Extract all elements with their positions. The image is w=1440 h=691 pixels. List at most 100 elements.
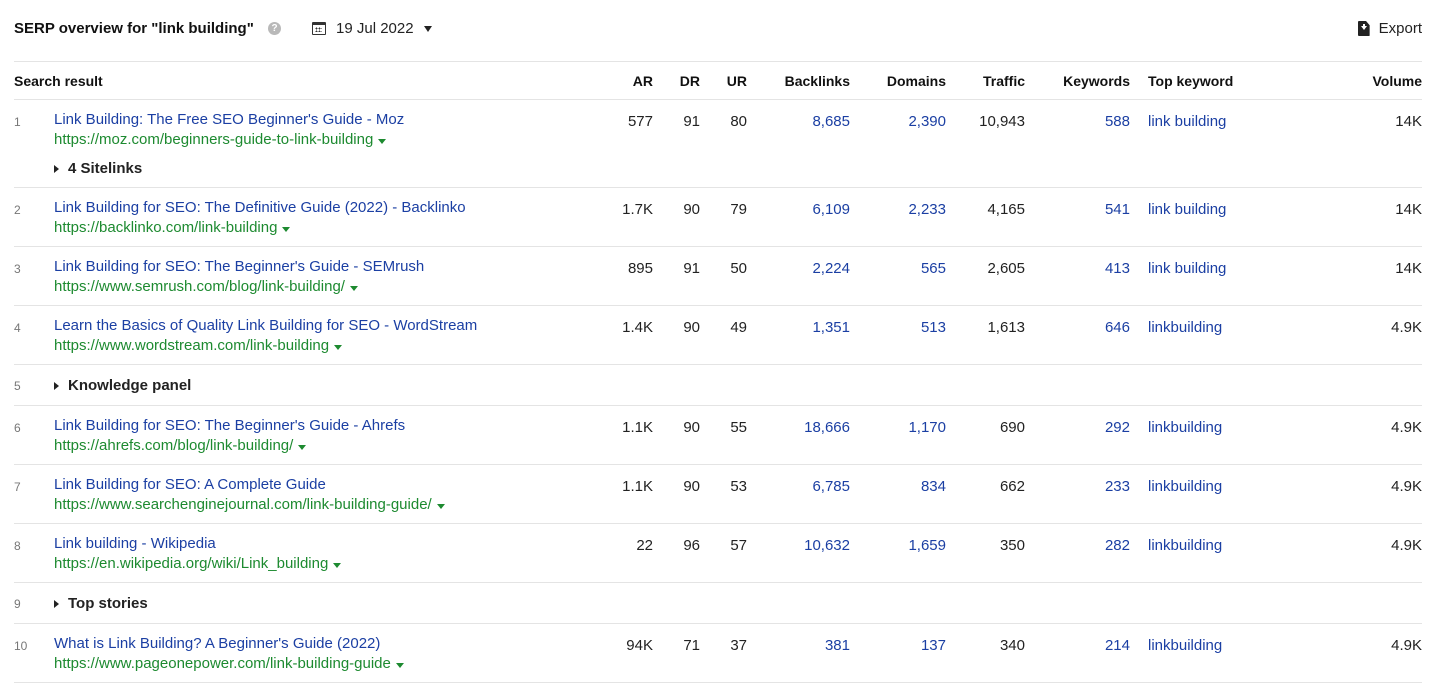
date-label: 19 Jul 2022 (336, 20, 414, 37)
ar-value: 1.1K (622, 478, 653, 495)
chevron-down-icon[interactable] (395, 662, 404, 668)
chevron-down-icon[interactable] (282, 226, 291, 232)
domains-link[interactable]: 834 (921, 478, 946, 495)
serp-feature-toggle[interactable]: Knowledge panel (54, 377, 191, 394)
col-top-keyword[interactable]: Top keyword (1148, 73, 1233, 89)
top-keyword-link[interactable]: linkbuilding (1148, 478, 1222, 495)
domains-link[interactable]: 137 (921, 637, 946, 654)
domains-link[interactable]: 2,390 (908, 113, 946, 130)
chevron-down-icon[interactable] (333, 562, 342, 568)
backlinks-link[interactable]: 1,351 (812, 319, 850, 336)
keywords-link[interactable]: 214 (1105, 637, 1130, 654)
keywords-link[interactable]: 282 (1105, 537, 1130, 554)
volume-value: 14K (1395, 201, 1422, 218)
keywords-link[interactable]: 233 (1105, 478, 1130, 495)
domains-link[interactable]: 513 (921, 319, 946, 336)
result-url[interactable]: https://www.pageonepower.com/link-buildi… (54, 655, 404, 672)
result-url[interactable]: https://en.wikipedia.org/wiki/Link_build… (54, 555, 342, 572)
backlinks-link[interactable]: 381 (825, 637, 850, 654)
traffic-value: 2,605 (987, 260, 1025, 277)
result-title-link[interactable]: Learn the Basics of Quality Link Buildin… (54, 317, 477, 334)
chevron-down-icon[interactable] (334, 344, 343, 350)
domains-link[interactable]: 1,659 (908, 537, 946, 554)
result-title-link[interactable]: Link Building for SEO: The Definitive Gu… (54, 199, 466, 216)
dr-value: 71 (683, 637, 700, 654)
top-keyword-link[interactable]: link building (1148, 201, 1226, 218)
keywords-link[interactable]: 413 (1105, 260, 1130, 277)
backlinks-link[interactable]: 8,685 (812, 113, 850, 130)
traffic-value: 690 (999, 419, 1025, 436)
volume-value: 4.9K (1391, 319, 1422, 336)
table-row: 2 Link Building for SEO: The Definitive … (14, 188, 1422, 247)
col-domains[interactable]: Domains (887, 73, 946, 89)
backlinks-link[interactable]: 6,109 (812, 201, 850, 218)
backlinks-link[interactable]: 2,224 (812, 260, 850, 277)
result-url[interactable]: https://www.semrush.com/blog/link-buildi… (54, 278, 358, 295)
domains-link[interactable]: 1,170 (908, 419, 946, 436)
domains-link[interactable]: 565 (921, 260, 946, 277)
result-url-text: https://ahrefs.com/blog/link-building/ (54, 437, 294, 454)
serp-feature-toggle[interactable]: Top stories (54, 595, 148, 612)
ur-value: 57 (730, 537, 747, 554)
top-keyword-link[interactable]: linkbuilding (1148, 319, 1222, 336)
help-icon[interactable]: ? (268, 22, 281, 35)
backlinks-link[interactable]: 18,666 (804, 419, 850, 436)
date-selector[interactable]: 19 Jul 2022 (312, 20, 432, 37)
rank: 8 (14, 539, 21, 553)
col-search-result[interactable]: Search result (14, 73, 103, 89)
result-url[interactable]: https://backlinko.com/link-building (54, 219, 291, 236)
export-button[interactable]: Export (1357, 20, 1422, 37)
result-url-text: https://www.semrush.com/blog/link-buildi… (54, 278, 345, 295)
keywords-link[interactable]: 646 (1105, 319, 1130, 336)
ar-value: 1.4K (622, 319, 653, 336)
keywords-link[interactable]: 541 (1105, 201, 1130, 218)
chevron-right-icon (54, 164, 59, 173)
sitelinks-toggle[interactable]: 4 Sitelinks (54, 160, 142, 177)
top-keyword-link[interactable]: linkbuilding (1148, 537, 1222, 554)
table-row: 3 Link Building for SEO: The Beginner's … (14, 247, 1422, 306)
col-dr[interactable]: DR (680, 73, 700, 89)
result-url[interactable]: https://www.wordstream.com/link-building (54, 337, 343, 354)
ar-value: 22 (636, 537, 653, 554)
result-title-link[interactable]: Link Building for SEO: A Complete Guide (54, 476, 326, 493)
col-traffic[interactable]: Traffic (983, 73, 1025, 89)
backlinks-link[interactable]: 6,785 (812, 478, 850, 495)
keywords-link[interactable]: 292 (1105, 419, 1130, 436)
rank: 7 (14, 480, 21, 494)
volume-value: 4.9K (1391, 537, 1422, 554)
keywords-link[interactable]: 588 (1105, 113, 1130, 130)
chevron-down-icon[interactable] (378, 138, 387, 144)
col-volume[interactable]: Volume (1372, 73, 1422, 89)
volume-value: 4.9K (1391, 637, 1422, 654)
chevron-right-icon (54, 599, 59, 608)
chevron-down-icon[interactable] (349, 285, 358, 291)
backlinks-link[interactable]: 10,632 (804, 537, 850, 554)
result-url[interactable]: https://moz.com/beginners-guide-to-link-… (54, 131, 387, 148)
rank: 3 (14, 262, 21, 276)
result-title-link[interactable]: Link Building for SEO: The Beginner's Gu… (54, 417, 405, 434)
result-title-link[interactable]: Link Building: The Free SEO Beginner's G… (54, 111, 404, 128)
ar-value: 577 (627, 113, 653, 130)
chevron-down-icon[interactable] (436, 503, 445, 509)
result-title-link[interactable]: What is Link Building? A Beginner's Guid… (54, 635, 380, 652)
top-keyword-link[interactable]: link building (1148, 113, 1226, 130)
top-keyword-link[interactable]: link building (1148, 260, 1226, 277)
result-title-link[interactable]: Link Building for SEO: The Beginner's Gu… (54, 258, 424, 275)
col-ar[interactable]: AR (633, 73, 653, 89)
result-title-link[interactable]: Link building - Wikipedia (54, 535, 216, 552)
top-keyword-link[interactable]: linkbuilding (1148, 637, 1222, 654)
top-keyword-link[interactable]: linkbuilding (1148, 419, 1222, 436)
col-backlinks[interactable]: Backlinks (785, 73, 850, 89)
result-url[interactable]: https://ahrefs.com/blog/link-building/ (54, 437, 307, 454)
col-ur[interactable]: UR (727, 73, 747, 89)
chevron-down-icon[interactable] (298, 444, 307, 450)
traffic-value: 662 (999, 478, 1025, 495)
rank: 4 (14, 321, 21, 335)
result-url[interactable]: https://www.searchenginejournal.com/link… (54, 496, 445, 513)
rank: 6 (14, 421, 21, 435)
domains-link[interactable]: 2,233 (908, 201, 946, 218)
result-url-text: https://www.wordstream.com/link-building (54, 337, 330, 354)
ur-value: 37 (730, 637, 747, 654)
col-keywords[interactable]: Keywords (1063, 73, 1130, 89)
traffic-value: 1,613 (987, 319, 1025, 336)
